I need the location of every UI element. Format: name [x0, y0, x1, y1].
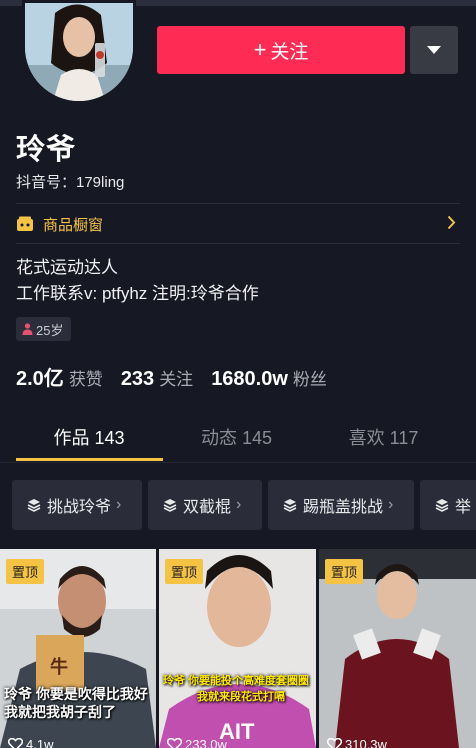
- age-label: 25岁: [36, 322, 64, 338]
- divider: [16, 203, 460, 204]
- likes-count: 310.3w: [345, 737, 387, 748]
- layers-icon: [435, 499, 449, 512]
- heart-icon: [327, 738, 342, 748]
- heart-icon: [167, 738, 182, 748]
- follow-button-label: 关注: [270, 41, 309, 63]
- profile-tabs: 作品 143 动态 145 喜欢 117: [0, 416, 476, 462]
- chevron-right-icon: ›: [116, 496, 122, 513]
- plus-icon: +: [253, 37, 267, 62]
- fans-count[interactable]: 1680.0w: [211, 368, 288, 391]
- following-count[interactable]: 233: [121, 368, 154, 391]
- collection-label: 双截棍: [183, 499, 232, 516]
- collection-chip[interactable]: 举: [420, 480, 476, 530]
- bio: 花式运动达人 工作联系v: ptfyhz 注明:玲爷合作: [16, 255, 259, 307]
- caption-line: 玲爷 你要能投个高难度套圈圈: [163, 675, 310, 687]
- collection-chip[interactable]: 挑战玲爷 ›: [12, 480, 142, 530]
- caption-line: 我就来段花式打嗝: [197, 691, 285, 703]
- collection-label: 举: [455, 499, 472, 516]
- divider: [16, 243, 460, 244]
- bio-line: 花式运动达人: [16, 258, 118, 277]
- heart-icon: [8, 738, 23, 748]
- video-likes: 4.1w: [8, 737, 53, 748]
- collection-chips: 挑战玲爷 › 双截棍 › 踢瓶盖挑战 › 举: [0, 463, 476, 549]
- douyin-id: 抖音号：179ling: [16, 174, 125, 191]
- video-likes: 233.0w: [167, 737, 227, 748]
- pinned-badge: 置顶: [325, 559, 364, 584]
- collection-label: 挑战玲爷: [47, 499, 112, 516]
- collection-label: 踢瓶盖挑战: [303, 499, 384, 516]
- more-options-button[interactable]: [410, 26, 458, 74]
- chevron-right-icon: [447, 215, 456, 230]
- caption-line: 我就把我胡子刮了: [4, 704, 116, 720]
- collection-chip[interactable]: 踢瓶盖挑战 ›: [268, 480, 414, 530]
- age-tag: 25岁: [16, 317, 72, 341]
- caption-line: 玲爷 你要是吹得比我好: [4, 686, 148, 702]
- layers-icon: [27, 499, 41, 512]
- person-icon: [22, 323, 33, 335]
- video-grid: 牛 置顶 玲爷 你要是吹得比我好 我就把我胡子刮了 4.1w AIT 置顶 玲爷…: [0, 549, 476, 748]
- video-thumbnail[interactable]: 牛 置顶 玲爷 你要是吹得比我好 我就把我胡子刮了 4.1w: [0, 549, 156, 748]
- profile-stats: 2.0亿 获赞 233 关注 1680.0w 粉丝: [16, 362, 345, 391]
- video-thumbnail[interactable]: 置顶 310.3w: [319, 549, 476, 748]
- profile-name: 玲爷: [16, 134, 77, 166]
- chevron-right-icon: ›: [236, 496, 242, 513]
- chevron-right-icon: ›: [388, 496, 394, 513]
- tab-active-indicator: [16, 458, 163, 461]
- bio-line: 工作联系v: ptfyhz 注明:玲爷合作: [16, 284, 259, 303]
- sign-text: 牛: [50, 657, 68, 677]
- video-likes: 310.3w: [327, 737, 387, 748]
- caret-down-icon: [427, 45, 441, 54]
- fans-label[interactable]: 粉丝: [293, 365, 327, 390]
- video-caption: 玲爷 你要能投个高难度套圈圈 我就来段花式打嗝: [163, 673, 312, 705]
- likes-count: 233.0w: [185, 737, 227, 748]
- shop-icon: [17, 216, 33, 231]
- avatar[interactable]: [22, 0, 136, 104]
- pinned-badge: 置顶: [6, 559, 45, 584]
- shop-window-label: 商品橱窗: [43, 216, 104, 234]
- video-caption: 玲爷 你要是吹得比我好 我就把我胡子刮了: [4, 685, 152, 721]
- tab-likes[interactable]: 喜欢 117: [310, 416, 457, 458]
- layers-icon: [163, 499, 177, 512]
- likes-count: 4.1w: [26, 737, 54, 748]
- tab-activity[interactable]: 动态 145: [163, 416, 310, 458]
- layers-icon: [283, 499, 297, 512]
- shop-window-row[interactable]: 商品橱窗: [16, 205, 460, 243]
- likes-label: 获赞: [68, 370, 103, 389]
- collection-chip[interactable]: 双截棍 ›: [148, 480, 262, 530]
- likes-count: 2.0亿: [16, 368, 64, 390]
- tab-works[interactable]: 作品 143: [16, 416, 162, 458]
- follow-button[interactable]: + 关注: [157, 26, 405, 74]
- video-thumbnail[interactable]: AIT 置顶 玲爷 你要能投个高难度套圈圈 我就来段花式打嗝 233.0w: [159, 549, 316, 748]
- following-label[interactable]: 关注: [159, 365, 193, 390]
- pinned-badge: 置顶: [165, 559, 204, 584]
